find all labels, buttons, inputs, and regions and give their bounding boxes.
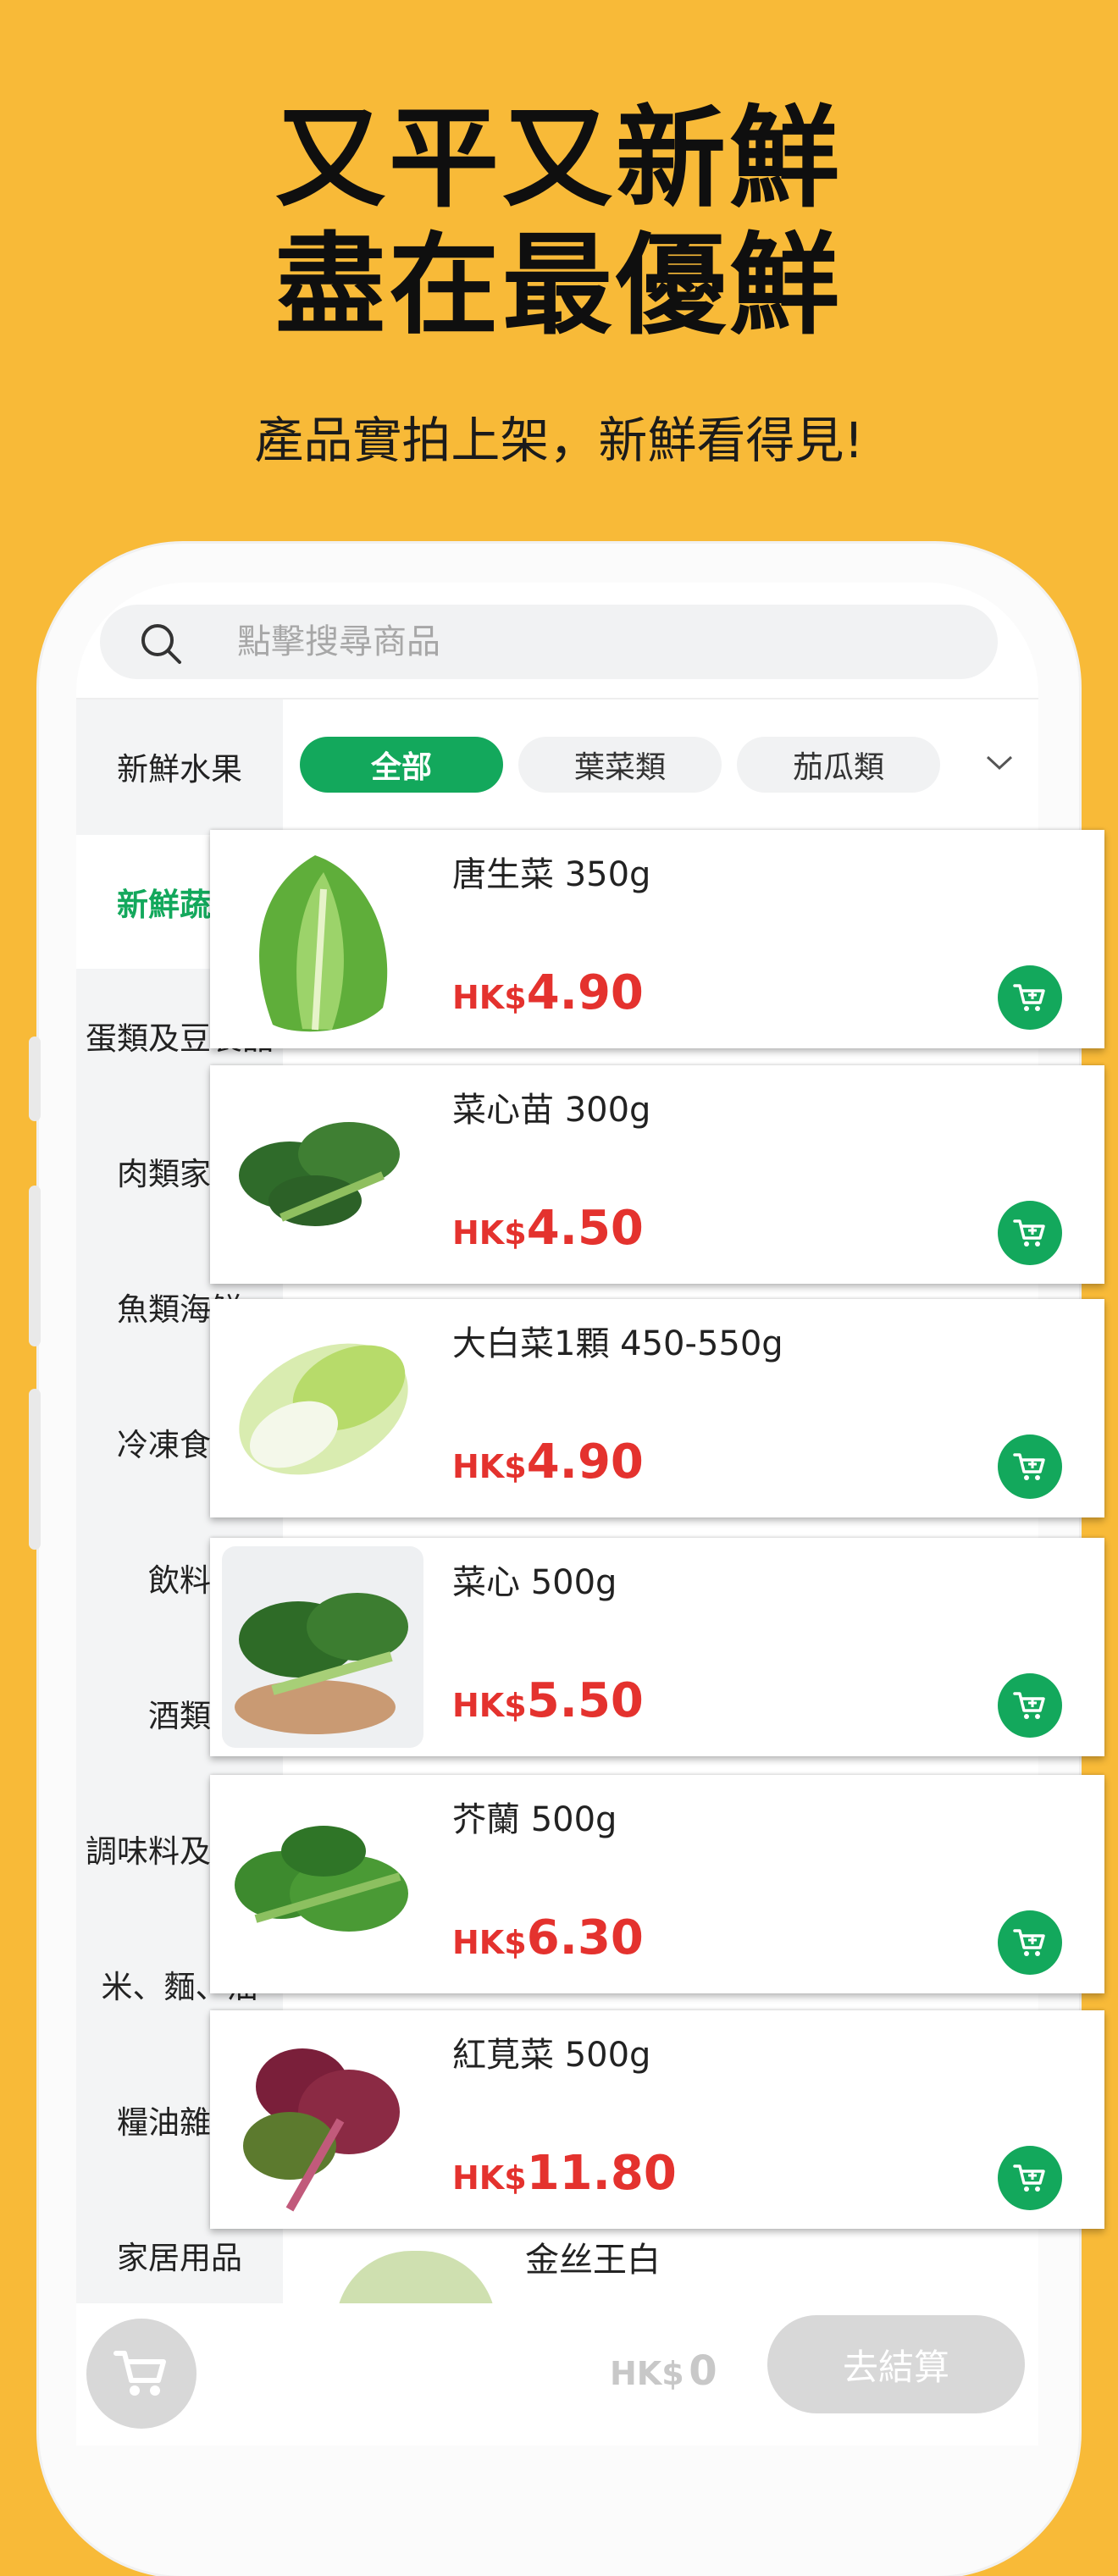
product-name: 唐生菜 350g <box>452 855 651 894</box>
product-image[interactable] <box>222 2019 423 2220</box>
product-name: 紅莧菜 500g <box>452 2036 651 2075</box>
product-card-gai-lan[interactable]: 芥蘭 500g HK$6.30 <box>210 1775 1104 1993</box>
product-image[interactable] <box>222 1783 423 1985</box>
shopping-cart-icon <box>113 2351 166 2396</box>
add-to-cart-button[interactable] <box>998 1201 1062 1265</box>
product-image[interactable] <box>222 1546 423 1748</box>
product-price: HK$11.80 <box>452 2146 677 2201</box>
product-name: 大白菜1顆 450-550g <box>452 1324 783 1363</box>
chevron-down-icon[interactable] <box>981 744 1018 781</box>
price-amount: 6.30 <box>526 1910 644 1965</box>
chip-all[interactable]: 全部 <box>300 737 503 793</box>
price-currency: HK$ <box>452 2159 527 2197</box>
product-card-red-amaranth[interactable]: 紅莧菜 500g HK$11.80 <box>210 2010 1104 2229</box>
phone-volume-up <box>29 1186 41 1346</box>
product-name: 菜心苗 300g <box>452 1091 651 1130</box>
cart-button[interactable] <box>86 2319 196 2429</box>
add-to-cart-icon <box>1013 2164 1045 2192</box>
product-card-romaine[interactable]: 唐生菜 350g HK$4.90 <box>210 830 1104 1048</box>
add-to-cart-icon <box>1013 1929 1045 1956</box>
product-price: HK$6.30 <box>452 1910 644 1965</box>
phone-volume-down <box>29 1389 41 1550</box>
price-currency: HK$ <box>452 1924 527 1961</box>
checkout-button[interactable]: 去結算 <box>767 2315 1025 2413</box>
product-image[interactable] <box>222 1307 423 1509</box>
product-image[interactable] <box>222 1074 423 1275</box>
product-price: HK$4.90 <box>452 1434 644 1490</box>
product-name: 芥蘭 500g <box>452 1800 617 1839</box>
product-price: HK$4.90 <box>452 965 644 1020</box>
add-to-cart-icon <box>1013 1453 1045 1480</box>
search-placeholder: 點擊搜尋商品 <box>237 622 440 661</box>
price-currency: HK$ <box>452 1448 527 1485</box>
add-to-cart-button[interactable] <box>998 1673 1062 1738</box>
price-currency: HK$ <box>452 979 527 1016</box>
cart-bottom-bar: HK$ 0 去結算 <box>76 2303 1038 2446</box>
sidebar-item-fruit[interactable]: 新鮮水果 <box>76 699 283 833</box>
total-amount: 0 <box>689 2347 717 2395</box>
search-icon <box>141 624 181 664</box>
headline-line-1: 又平又新鮮 <box>274 94 843 223</box>
product-name-partial: 金丝王白 <box>525 2241 661 2280</box>
product-card-choy-sum-seedling[interactable]: 菜心苗 300g HK$4.50 <box>210 1065 1104 1284</box>
chip-melons-nightshades[interactable]: 茄瓜類 <box>737 737 940 793</box>
price-amount: 4.90 <box>526 965 644 1020</box>
add-to-cart-icon <box>1013 1692 1045 1719</box>
price-currency: HK$ <box>452 1687 527 1724</box>
product-name: 菜心 500g <box>452 1563 617 1602</box>
product-card-choy-sum[interactable]: 菜心 500g HK$5.50 <box>210 1538 1104 1756</box>
add-to-cart-icon <box>1013 1219 1045 1247</box>
chip-leafy-greens[interactable]: 葉菜類 <box>518 737 722 793</box>
cart-total: HK$ 0 <box>610 2347 717 2395</box>
add-to-cart-button[interactable] <box>998 1434 1062 1499</box>
price-amount: 4.50 <box>526 1201 644 1256</box>
headline-line-2: 盡在最優鮮 <box>274 221 843 350</box>
product-price: HK$4.50 <box>452 1201 644 1256</box>
hero-subtitle: 產品實拍上架，新鮮看得見! <box>254 412 864 469</box>
price-amount: 4.90 <box>526 1434 644 1490</box>
add-to-cart-button[interactable] <box>998 2146 1062 2210</box>
search-bar[interactable]: 點擊搜尋商品 <box>100 605 998 679</box>
product-image[interactable] <box>222 838 423 1040</box>
price-amount: 5.50 <box>526 1673 644 1728</box>
add-to-cart-button[interactable] <box>998 1910 1062 1975</box>
product-card-napa-cabbage[interactable]: 大白菜1顆 450-550g HK$4.90 <box>210 1299 1104 1517</box>
price-amount: 11.80 <box>526 2146 677 2201</box>
price-currency: HK$ <box>452 1214 527 1252</box>
add-to-cart-icon <box>1013 984 1045 1011</box>
product-price: HK$5.50 <box>452 1673 644 1728</box>
add-to-cart-button[interactable] <box>998 965 1062 1030</box>
total-currency: HK$ <box>610 2355 684 2392</box>
phone-mute-switch <box>29 1036 41 1121</box>
